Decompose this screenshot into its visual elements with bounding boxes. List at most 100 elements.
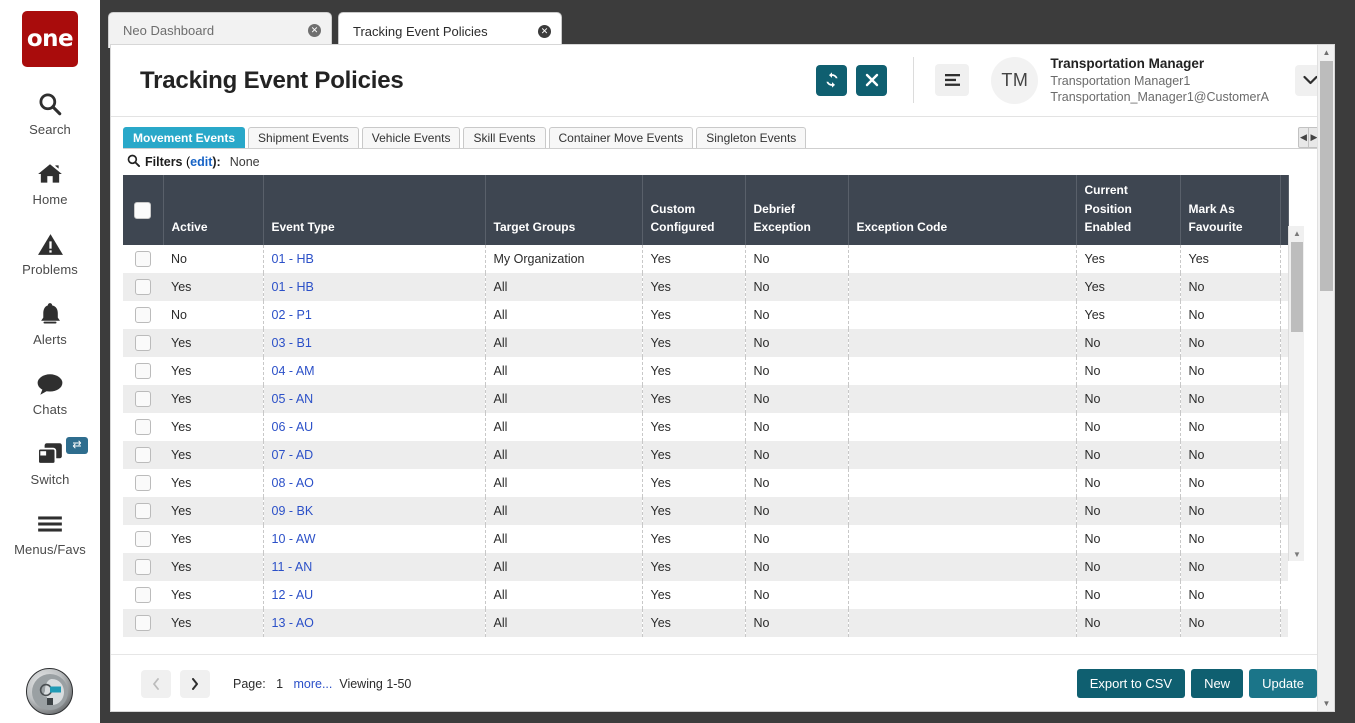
scrollbar-thumb[interactable] (1291, 242, 1303, 332)
table-row[interactable]: Yes10 - AWAllYesNoNoNo (123, 525, 1288, 553)
column-header-event-type[interactable]: Event Type (263, 175, 485, 245)
row-checkbox[interactable] (135, 363, 151, 379)
scrollbar-thumb[interactable] (1320, 61, 1333, 291)
row-select-cell[interactable] (123, 245, 163, 273)
table-row[interactable]: Yes01 - HBAllYesNoYesNo (123, 273, 1288, 301)
next-page-button[interactable] (180, 670, 210, 698)
event-type-link[interactable]: 04 - AM (272, 364, 315, 378)
row-select-cell[interactable] (123, 553, 163, 581)
row-checkbox[interactable] (135, 335, 151, 351)
column-header-debrief-exception[interactable]: Debrief Exception (745, 175, 848, 245)
sidebar-item-home[interactable]: Home (0, 159, 100, 207)
row-checkbox[interactable] (135, 447, 151, 463)
export-to-csv-button[interactable]: Export to CSV (1077, 669, 1185, 698)
hamburger-menu-icon[interactable] (935, 64, 969, 96)
tab-vehicle-events[interactable]: Vehicle Events (362, 127, 461, 148)
sidebar-item-menus-favs[interactable]: Menus/Favs (0, 509, 100, 557)
row-checkbox[interactable] (135, 587, 151, 603)
table-row[interactable]: Yes11 - ANAllYesNoNoNo (123, 553, 1288, 581)
update-button[interactable]: Update (1249, 669, 1317, 698)
event-type-link[interactable]: 01 - HB (272, 280, 314, 294)
row-checkbox[interactable] (135, 503, 151, 519)
sidebar-item-alerts[interactable]: Alerts (0, 299, 100, 347)
table-row[interactable]: Yes07 - ADAllYesNoNoNo (123, 441, 1288, 469)
row-checkbox[interactable] (135, 251, 151, 267)
swap-arrows-icon[interactable]: ⇄ (66, 437, 88, 454)
table-row[interactable]: Yes09 - BKAllYesNoNoNo (123, 497, 1288, 525)
profile-head-icon[interactable] (26, 668, 73, 715)
row-select-cell[interactable] (123, 581, 163, 609)
table-row[interactable]: Yes08 - AOAllYesNoNoNo (123, 469, 1288, 497)
browser-tab-neo-dashboard[interactable]: Neo Dashboard ✕ (108, 12, 332, 48)
row-checkbox[interactable] (135, 307, 151, 323)
scroll-up-icon[interactable]: ▲ (1289, 226, 1305, 240)
tab-singleton-events[interactable]: Singleton Events (696, 127, 806, 148)
event-type-link[interactable]: 02 - P1 (272, 308, 312, 322)
event-type-link[interactable]: 03 - B1 (272, 336, 312, 350)
filters-edit-link[interactable]: edit (190, 155, 212, 169)
row-select-cell[interactable] (123, 525, 163, 553)
table-row[interactable]: Yes03 - B1AllYesNoNoNo (123, 329, 1288, 357)
column-header-custom-configured[interactable]: Custom Configured (642, 175, 745, 245)
tab-scroll-left-icon[interactable]: ◀ (1299, 128, 1309, 147)
column-header-target-groups[interactable]: Target Groups (485, 175, 642, 245)
event-type-link[interactable]: 05 - AN (272, 392, 314, 406)
sidebar-item-search[interactable]: Search (0, 89, 100, 137)
scroll-down-icon[interactable]: ▼ (1289, 547, 1305, 561)
select-all-checkbox[interactable] (134, 202, 151, 219)
tab-shipment-events[interactable]: Shipment Events (248, 127, 359, 148)
close-x-icon[interactable] (856, 65, 887, 96)
previous-page-button[interactable] (141, 670, 171, 698)
event-type-link[interactable]: 11 - AN (272, 560, 313, 574)
new-button[interactable]: New (1191, 669, 1243, 698)
sidebar-item-switch[interactable]: ⇄ Switch (0, 439, 100, 487)
page-vertical-scrollbar[interactable]: ▲ ▼ (1317, 45, 1334, 711)
event-type-link[interactable]: 12 - AU (272, 588, 314, 602)
more-pages-link[interactable]: more... (293, 677, 332, 691)
row-checkbox[interactable] (135, 531, 151, 547)
row-select-cell[interactable] (123, 301, 163, 329)
sidebar-item-chats[interactable]: Chats (0, 369, 100, 417)
row-select-cell[interactable] (123, 469, 163, 497)
row-checkbox[interactable] (135, 615, 151, 631)
table-row[interactable]: Yes04 - AMAllYesNoNoNo (123, 357, 1288, 385)
event-type-link[interactable]: 01 - HB (272, 252, 314, 266)
avatar[interactable]: TM (991, 57, 1038, 104)
column-header-mark-as-favourite[interactable]: Mark As Favourite (1180, 175, 1280, 245)
close-icon[interactable]: ✕ (308, 24, 321, 37)
close-icon[interactable]: ✕ (538, 25, 551, 38)
tab-container-move-events[interactable]: Container Move Events (549, 127, 694, 148)
event-type-link[interactable]: 08 - AO (272, 476, 314, 490)
table-row[interactable]: Yes13 - AOAllYesNoNoNo (123, 609, 1288, 637)
refresh-icon[interactable] (816, 65, 847, 96)
row-checkbox[interactable] (135, 559, 151, 575)
event-type-link[interactable]: 10 - AW (272, 532, 316, 546)
select-all-header[interactable] (123, 175, 163, 245)
row-select-cell[interactable] (123, 497, 163, 525)
row-select-cell[interactable] (123, 441, 163, 469)
row-select-cell[interactable] (123, 329, 163, 357)
one-logo[interactable]: one (22, 11, 78, 67)
grid-vertical-scrollbar[interactable]: ▲ ▼ (1288, 226, 1304, 561)
scroll-up-icon[interactable]: ▲ (1318, 45, 1335, 60)
column-header-current-position-enabled[interactable]: Current Position Enabled (1076, 175, 1180, 245)
table-row[interactable]: No02 - P1AllYesNoYesNo (123, 301, 1288, 329)
table-row[interactable]: Yes12 - AUAllYesNoNoNo (123, 581, 1288, 609)
tab-movement-events[interactable]: Movement Events (123, 127, 245, 148)
row-select-cell[interactable] (123, 273, 163, 301)
event-type-link[interactable]: 07 - AD (272, 448, 314, 462)
table-row[interactable]: No01 - HBMy OrganizationYesNoYesYes (123, 245, 1288, 273)
tab-skill-events[interactable]: Skill Events (463, 127, 545, 148)
row-select-cell[interactable] (123, 413, 163, 441)
row-select-cell[interactable] (123, 385, 163, 413)
row-checkbox[interactable] (135, 391, 151, 407)
event-type-link[interactable]: 09 - BK (272, 504, 314, 518)
row-checkbox[interactable] (135, 419, 151, 435)
event-type-link[interactable]: 13 - AO (272, 616, 314, 630)
row-checkbox[interactable] (135, 475, 151, 491)
event-type-link[interactable]: 06 - AU (272, 420, 314, 434)
scroll-down-icon[interactable]: ▼ (1318, 696, 1335, 711)
column-header-exception-code[interactable]: Exception Code (848, 175, 1076, 245)
sidebar-item-problems[interactable]: Problems (0, 229, 100, 277)
column-header-active[interactable]: Active (163, 175, 263, 245)
